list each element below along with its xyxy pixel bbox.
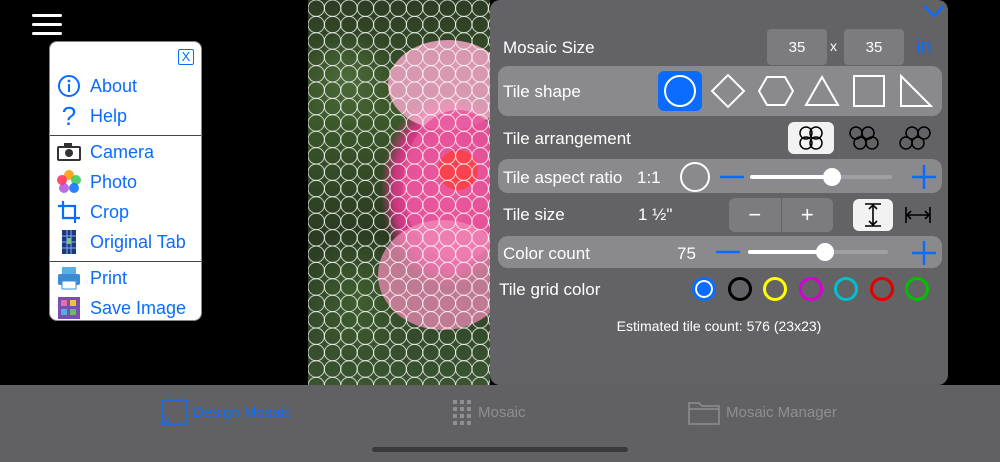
menu-item-save-image[interactable]: Save Image bbox=[56, 293, 196, 320]
printer-icon bbox=[56, 265, 82, 291]
unit-toggle-button[interactable]: in bbox=[916, 36, 932, 59]
shape-triangle-button[interactable] bbox=[800, 71, 844, 111]
aspect-reset-circle-icon[interactable] bbox=[679, 161, 711, 193]
arrangement-offset-button[interactable] bbox=[840, 122, 886, 154]
tab-label: Mosaic Manager bbox=[726, 403, 837, 421]
aspect-ratio-slider[interactable] bbox=[750, 168, 892, 186]
grid-color-swatch[interactable] bbox=[798, 277, 823, 301]
hexagon-shape-icon bbox=[758, 76, 794, 106]
tile-size-label: Tile size bbox=[503, 205, 565, 224]
close-menu-button[interactable]: X bbox=[178, 49, 194, 65]
menu-item-camera[interactable]: Camera bbox=[56, 137, 196, 167]
size-separator: x bbox=[830, 38, 837, 54]
tile-grid-overlay bbox=[308, 0, 490, 385]
diamond-shape-icon bbox=[710, 73, 746, 109]
menu-item-label: Print bbox=[90, 267, 128, 288]
horizontal-size-icon[interactable] bbox=[904, 205, 932, 225]
color-count-label: Color count bbox=[503, 244, 590, 263]
shape-square-button[interactable] bbox=[847, 71, 891, 111]
menu-item-crop[interactable]: Crop bbox=[56, 197, 196, 227]
tile-grid-color-label: Tile grid color bbox=[499, 280, 601, 299]
menu-item-label: Help bbox=[90, 105, 128, 126]
grid-arrangement-icon bbox=[799, 126, 823, 150]
slider-fill bbox=[748, 250, 825, 254]
tile-size-value: 1 ½" bbox=[638, 205, 673, 224]
color-count-minus-icon[interactable] bbox=[714, 243, 742, 261]
tab-design-mosaic[interactable]: Design Mosaic bbox=[162, 399, 291, 425]
mosaic-size-label: Mosaic Size bbox=[503, 38, 595, 57]
hex-arrangement-icon bbox=[899, 126, 931, 150]
main-menu-popup: X About ? Help Camera Photo Crop Origina… bbox=[49, 41, 202, 321]
slider-fill bbox=[750, 175, 833, 179]
shape-hexagon-button[interactable] bbox=[754, 71, 798, 111]
shape-circle-button[interactable] bbox=[658, 71, 702, 111]
grid-color-swatch[interactable] bbox=[869, 277, 894, 301]
aspect-minus-icon[interactable] bbox=[718, 168, 746, 186]
grid-color-swatch[interactable] bbox=[763, 277, 787, 301]
design-settings-panel: Mosaic Size 35 x 35 in Tile shape Tile a… bbox=[490, 0, 948, 385]
menu-divider bbox=[50, 261, 201, 262]
menu-item-label: About bbox=[90, 75, 138, 96]
grid-color-swatch[interactable] bbox=[692, 277, 716, 301]
tile-aspect-ratio-value: 1:1 bbox=[637, 168, 661, 187]
slider-thumb[interactable] bbox=[816, 243, 834, 261]
arrangement-grid-button[interactable] bbox=[788, 122, 834, 154]
folder-icon bbox=[688, 402, 720, 425]
mosaic-grid-icon bbox=[453, 400, 471, 425]
tile-aspect-ratio-label: Tile aspect ratio bbox=[503, 168, 623, 187]
tile-size-decrement-button[interactable]: − bbox=[729, 198, 782, 232]
menu-item-label: Crop bbox=[90, 201, 130, 222]
hamburger-menu-icon[interactable] bbox=[32, 14, 62, 38]
offset-arrangement-icon bbox=[849, 126, 879, 150]
chevron-down-icon[interactable] bbox=[922, 2, 946, 20]
color-count-slider[interactable] bbox=[748, 243, 888, 261]
size-vertical-button[interactable] bbox=[853, 199, 893, 231]
shape-diamond-button[interactable] bbox=[706, 71, 750, 111]
menu-item-label: Original Tab bbox=[90, 231, 186, 252]
tab-label: Mosaic bbox=[478, 403, 526, 421]
question-icon: ? bbox=[61, 100, 77, 131]
menu-item-photo[interactable]: Photo bbox=[56, 167, 196, 197]
color-count-plus-icon[interactable] bbox=[910, 239, 938, 267]
save-image-icon bbox=[56, 295, 82, 320]
right-triangle-shape-icon bbox=[900, 74, 933, 107]
menu-divider bbox=[50, 135, 201, 136]
menu-item-original-tab[interactable]: Original Tab bbox=[56, 227, 196, 257]
tab-mosaic-manager[interactable]: Mosaic Manager bbox=[688, 399, 837, 425]
home-indicator[interactable] bbox=[372, 447, 628, 452]
tab-mosaic[interactable]: Mosaic bbox=[452, 399, 526, 425]
tile-arrangement-label: Tile arrangement bbox=[503, 129, 631, 148]
mosaic-preview-image[interactable] bbox=[308, 0, 490, 385]
tile-size-stepper[interactable]: − + bbox=[729, 198, 833, 232]
tab-label: Design Mosaic bbox=[193, 403, 292, 421]
camera-icon bbox=[56, 139, 82, 165]
tile-size-increment-button[interactable]: + bbox=[782, 198, 834, 232]
circle-shape-icon bbox=[664, 75, 696, 107]
color-count-value: 75 bbox=[677, 244, 696, 263]
menu-item-about[interactable]: About bbox=[56, 71, 196, 101]
aspect-plus-icon[interactable] bbox=[910, 163, 938, 191]
info-icon bbox=[56, 73, 82, 99]
grid-color-swatch[interactable] bbox=[905, 277, 929, 301]
vertical-size-icon bbox=[865, 203, 881, 227]
menu-item-label: Camera bbox=[90, 141, 155, 162]
menu-item-help[interactable]: ? Help bbox=[56, 101, 196, 131]
shape-right-triangle-button[interactable] bbox=[893, 71, 937, 111]
menu-item-label: Save Image bbox=[90, 297, 187, 318]
menu-item-print[interactable]: Print bbox=[56, 263, 196, 293]
triangle-shape-icon bbox=[804, 75, 840, 106]
grid-color-swatch[interactable] bbox=[727, 277, 752, 301]
square-shape-icon bbox=[853, 75, 885, 107]
design-mosaic-icon bbox=[162, 399, 188, 425]
arrangement-hex-button[interactable] bbox=[892, 122, 938, 154]
grid-color-swatch[interactable] bbox=[834, 277, 858, 301]
menu-item-label: Photo bbox=[90, 171, 138, 192]
mosaic-width-input[interactable]: 35 bbox=[767, 29, 827, 65]
estimated-tile-count: Estimated tile count: 576 (23x23) bbox=[616, 318, 822, 334]
photos-icon bbox=[56, 169, 82, 195]
crop-icon bbox=[56, 199, 82, 225]
original-tab-icon bbox=[56, 229, 82, 255]
mosaic-height-input[interactable]: 35 bbox=[844, 29, 904, 65]
tile-shape-label: Tile shape bbox=[503, 82, 581, 101]
